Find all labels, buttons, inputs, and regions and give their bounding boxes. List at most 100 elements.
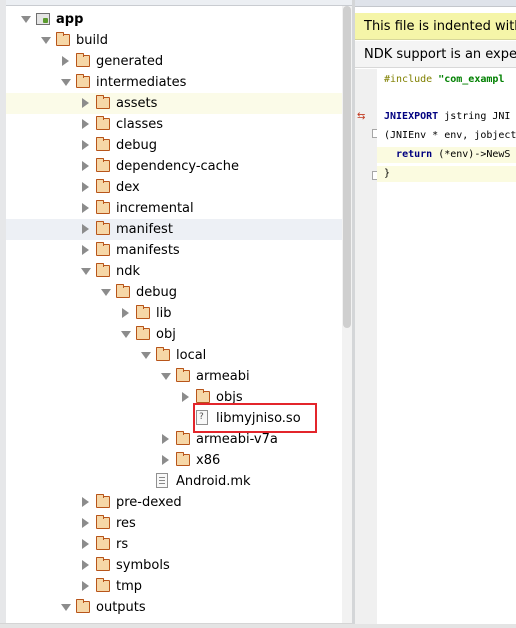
project-scrollbar-thumb[interactable] bbox=[343, 6, 351, 328]
tree-node-ndk[interactable]: ndk bbox=[6, 261, 342, 282]
tree-node-dex[interactable]: dex bbox=[6, 177, 342, 198]
chevron-right-icon[interactable] bbox=[80, 497, 90, 507]
folder-icon bbox=[96, 494, 110, 508]
tree-node-debug[interactable]: debug bbox=[6, 135, 342, 156]
tree-node-debug[interactable]: debug bbox=[6, 282, 342, 303]
tree-node-build[interactable]: build bbox=[6, 30, 342, 51]
folder-icon bbox=[96, 578, 110, 592]
tree-node-obj[interactable]: obj bbox=[6, 324, 342, 345]
tree-node-x86[interactable]: x86 bbox=[6, 450, 342, 471]
tree-node-pre-dexed[interactable]: pre-dexed bbox=[6, 492, 342, 513]
chevron-down-icon[interactable] bbox=[120, 329, 131, 339]
tree-node-label: obj bbox=[156, 327, 176, 342]
chevron-right-icon[interactable] bbox=[80, 518, 90, 528]
code-line-export[interactable]: JNIEXPORT jstring JNI bbox=[384, 109, 510, 125]
chevron-down-icon[interactable] bbox=[60, 602, 71, 612]
tree-node-label: rs bbox=[116, 537, 129, 552]
tree-node-label: armeabi bbox=[196, 369, 250, 384]
chevron-right-icon[interactable] bbox=[60, 56, 70, 66]
code-line-return[interactable]: return (*env)->NewS bbox=[377, 147, 516, 163]
tree-node-label: tmp bbox=[116, 579, 143, 594]
tree-node-assets[interactable]: assets bbox=[6, 93, 342, 114]
tree-node-res[interactable]: res bbox=[6, 513, 342, 534]
tree-node-label: res bbox=[116, 516, 136, 531]
code-area[interactable]: #include "com_exampl JNIEXPORT jstring J… bbox=[377, 69, 516, 628]
folder-icon bbox=[56, 32, 70, 46]
tree-node-app[interactable]: app bbox=[6, 9, 342, 30]
chevron-down-icon[interactable] bbox=[20, 14, 31, 24]
chevron-right-icon[interactable] bbox=[160, 434, 170, 444]
chevron-right-icon[interactable] bbox=[80, 161, 90, 171]
folder-icon bbox=[96, 536, 110, 550]
chevron-right-icon[interactable] bbox=[80, 539, 90, 549]
chevron-down-icon[interactable] bbox=[100, 287, 111, 297]
tree-node-intermediates[interactable]: intermediates bbox=[6, 72, 342, 93]
tree-node-manifest[interactable]: manifest bbox=[6, 219, 342, 240]
code-keyword: return bbox=[396, 149, 433, 160]
chevron-right-icon[interactable] bbox=[80, 224, 90, 234]
code-directive: #include bbox=[384, 74, 433, 85]
tree-node-incremental[interactable]: incremental bbox=[6, 198, 342, 219]
chevron-right-icon[interactable] bbox=[120, 308, 130, 318]
chevron-right-icon[interactable] bbox=[80, 140, 90, 150]
indent-notice-bar: This file is indented with 2 bbox=[355, 13, 516, 40]
folder-icon bbox=[176, 368, 190, 382]
tree-node-classes[interactable]: classes bbox=[6, 114, 342, 135]
tree-node-symbols[interactable]: symbols bbox=[6, 555, 342, 576]
tree-node-generated[interactable]: generated bbox=[6, 51, 342, 72]
tree-node-label: classes bbox=[116, 117, 164, 132]
folder-icon bbox=[96, 557, 110, 571]
folder-icon bbox=[176, 452, 190, 466]
chevron-right-icon[interactable] bbox=[80, 245, 90, 255]
chevron-down-icon[interactable] bbox=[60, 77, 71, 87]
editor-tab-strip[interactable] bbox=[355, 0, 516, 7]
chevron-right-icon[interactable] bbox=[80, 560, 90, 570]
chevron-right-icon[interactable] bbox=[180, 392, 190, 402]
module-folder-icon bbox=[36, 13, 50, 25]
folder-icon bbox=[96, 263, 110, 277]
tree-node-dependency-cache[interactable]: dependency-cache bbox=[6, 156, 342, 177]
tree-node-label: local bbox=[176, 348, 207, 363]
folder-icon bbox=[196, 389, 210, 403]
chevron-right-icon[interactable] bbox=[80, 182, 90, 192]
tree-node-lib[interactable]: lib bbox=[6, 303, 342, 324]
chevron-down-icon[interactable] bbox=[140, 350, 151, 360]
makefile-icon bbox=[156, 473, 168, 488]
implementation-marker-icon[interactable]: ⇆ bbox=[357, 112, 365, 122]
chevron-down-icon[interactable] bbox=[160, 371, 171, 381]
tree-node-label: generated bbox=[96, 54, 164, 69]
chevron-right-icon[interactable] bbox=[80, 119, 90, 129]
chevron-right-icon[interactable] bbox=[160, 455, 170, 465]
tree-node-label: symbols bbox=[116, 558, 170, 573]
folder-icon bbox=[116, 284, 130, 298]
code-line-include[interactable]: #include "com_exampl bbox=[384, 72, 504, 88]
tree-node-label: incremental bbox=[116, 201, 194, 216]
code-line-params[interactable]: (JNIEnv * env, jobject bbox=[384, 128, 516, 144]
chevron-right-icon[interactable] bbox=[80, 581, 90, 591]
folder-icon bbox=[76, 53, 90, 67]
tree-node-local[interactable]: local bbox=[6, 345, 342, 366]
folder-icon bbox=[96, 137, 110, 151]
code-macro: JNIEXPORT bbox=[384, 111, 439, 122]
folder-icon bbox=[136, 305, 150, 319]
tree-node-manifests[interactable]: manifests bbox=[6, 240, 342, 261]
chevron-down-icon[interactable] bbox=[80, 266, 91, 276]
tree-node-outputs[interactable]: outputs bbox=[6, 597, 342, 618]
code-line-close[interactable]: } bbox=[377, 166, 516, 182]
folder-icon bbox=[76, 74, 90, 88]
ndk-notice-bar: NDK support is an experin bbox=[355, 41, 516, 68]
folder-icon bbox=[156, 347, 170, 361]
folder-icon bbox=[96, 242, 110, 256]
project-panel-header bbox=[0, 0, 352, 6]
project-panel: app build generated intermediates assets clas… bbox=[0, 0, 352, 628]
tree-node-label: intermediates bbox=[96, 75, 187, 90]
tree-node-tmp[interactable]: tmp bbox=[6, 576, 342, 597]
chevron-right-icon[interactable] bbox=[80, 98, 90, 108]
chevron-right-icon[interactable] bbox=[80, 203, 90, 213]
folder-icon bbox=[96, 116, 110, 130]
tree-node-android-mk[interactable]: Android.mk bbox=[6, 471, 342, 492]
tree-node-label: debug bbox=[136, 285, 177, 300]
chevron-down-icon[interactable] bbox=[40, 35, 51, 45]
tree-node-rs[interactable]: rs bbox=[6, 534, 342, 555]
tree-node-armeabi[interactable]: armeabi bbox=[6, 366, 342, 387]
